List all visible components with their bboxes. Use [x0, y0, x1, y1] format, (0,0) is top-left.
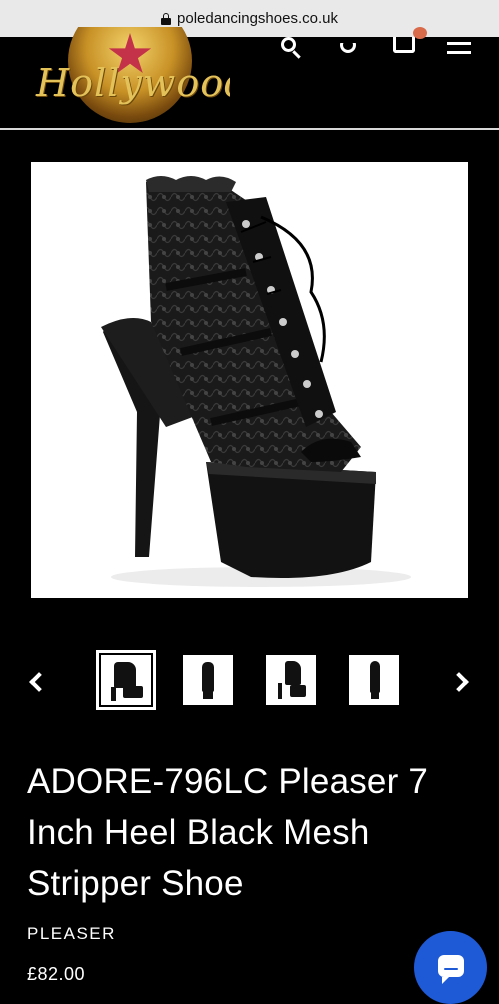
product-vendor[interactable]: PLEASER — [27, 924, 116, 944]
product-image[interactable] — [31, 162, 468, 598]
url-display[interactable]: poledancingshoes.co.uk — [161, 10, 338, 27]
chevron-left-icon[interactable] — [24, 670, 46, 692]
thumbnail-3[interactable] — [266, 655, 316, 705]
account-icon[interactable] — [335, 37, 361, 63]
thumbnail-4[interactable] — [349, 655, 399, 705]
site-logo[interactable]: Hollywood — [30, 27, 230, 139]
header-icons — [279, 27, 471, 69]
search-icon[interactable] — [279, 37, 305, 63]
url-text: poledancingshoes.co.uk — [177, 10, 338, 27]
logo-wordmark: Hollywood — [36, 61, 230, 105]
menu-icon[interactable] — [447, 37, 471, 63]
thumbnail-1[interactable] — [96, 650, 156, 710]
chat-bubble-icon — [438, 955, 464, 984]
product-price: £82.00 — [27, 964, 86, 984]
header-divider — [0, 128, 499, 130]
thumbnail-2[interactable] — [183, 655, 233, 705]
product-title: ADORE-796LC Pleaser 7 Inch Heel Black Me… — [27, 762, 429, 903]
image-gallery — [0, 648, 499, 718]
cart-badge — [413, 27, 427, 39]
lock-icon — [161, 12, 172, 25]
site-header: Hollywood — [0, 27, 499, 130]
chat-button[interactable] — [414, 931, 487, 1004]
cart-icon[interactable] — [391, 27, 427, 63]
chevron-right-icon[interactable] — [452, 670, 474, 692]
